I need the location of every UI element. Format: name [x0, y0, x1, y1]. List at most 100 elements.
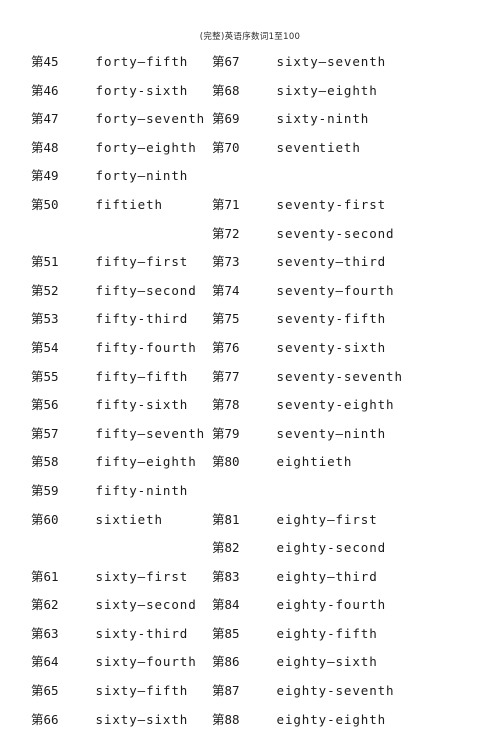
- ordinal-entry: 第52 fifty—second: [31, 277, 205, 306]
- ordinal-number: 50: [43, 196, 59, 212]
- ordinal-entry: 第67 sixty—seventh: [212, 48, 403, 77]
- ordinal-entry: 第68 sixty—eighth: [212, 77, 403, 106]
- ordinal-prefix: 第: [31, 368, 44, 384]
- ordinal-entry: 第66 sixty—sixth: [31, 706, 205, 735]
- ordinal-prefix: 第: [212, 225, 225, 241]
- ordinal-entry: 第81 eighty—first: [212, 506, 403, 535]
- ordinal-prefix: 第: [31, 654, 44, 670]
- ordinal-entry: 第85 eighty-fifth: [212, 620, 403, 649]
- ordinal-number: 75: [224, 311, 240, 327]
- ordinal-number: 55: [43, 368, 59, 384]
- ordinal-number: 69: [224, 111, 240, 127]
- ordinal-number: 53: [43, 311, 59, 327]
- ordinal-number: 56: [43, 397, 59, 413]
- ordinal-entry: 第53 fifty-third: [31, 305, 205, 334]
- ordinal-prefix: 第: [212, 368, 225, 384]
- ordinal-word: seventy-first: [276, 196, 387, 212]
- ordinal-number: 61: [43, 568, 59, 584]
- ordinal-prefix: 第: [212, 196, 225, 212]
- ordinal-prefix: 第: [31, 425, 44, 441]
- ordinal-number: 80: [224, 454, 240, 470]
- ordinal-number: 84: [224, 597, 240, 613]
- ordinal-number: 54: [43, 339, 59, 355]
- ordinal-prefix: 第: [31, 625, 44, 641]
- ordinal-entry: 第77 seventy-seventh: [212, 363, 403, 392]
- ordinal-number: 66: [43, 711, 59, 727]
- ordinal-prefix: 第: [31, 196, 44, 212]
- ordinal-word: eightieth: [276, 454, 353, 470]
- ordinal-entry: 第54 fifty-fourth: [31, 334, 205, 363]
- ordinal-word: fifty-third: [95, 311, 189, 327]
- ordinal-number: 64: [43, 654, 59, 670]
- ordinal-number: 83: [224, 568, 240, 584]
- ordinal-number: 87: [224, 683, 240, 699]
- ordinal-column-left: 第45 forty—fifth 第46 forty-sixth 第47 forty—sev…: [31, 48, 205, 734]
- ordinal-entry: 第87 eighty-seventh: [212, 677, 403, 706]
- ordinal-word: fifty-sixth: [95, 397, 189, 413]
- ordinal-word: eighty—sixth: [276, 654, 378, 670]
- ordinal-prefix: 第: [212, 397, 225, 413]
- ordinal-number: 70: [224, 139, 240, 155]
- ordinal-number: 85: [224, 625, 240, 641]
- ordinal-entry: 第46 forty-sixth: [31, 77, 205, 106]
- ordinal-prefix: 第: [212, 54, 225, 69]
- ordinal-word: sixty-ninth: [276, 111, 370, 127]
- ordinal-word: eighty—first: [276, 511, 378, 527]
- ordinal-entry: 第69 sixty-ninth: [212, 105, 403, 134]
- ordinal-number: 51: [43, 254, 59, 270]
- ordinal-prefix: 第: [212, 111, 225, 127]
- ordinal-number: 60: [43, 511, 59, 527]
- ordinal-word: sixty—fourth: [95, 654, 197, 670]
- ordinal-prefix: 第: [31, 254, 44, 270]
- ordinal-entry: 第86 eighty—sixth: [212, 648, 403, 677]
- ordinal-entry: 第82 eighty-second: [212, 534, 403, 563]
- ordinal-number: 73: [224, 254, 240, 270]
- ordinal-number: 86: [224, 654, 240, 670]
- ordinal-prefix: 第: [212, 683, 225, 699]
- ordinal-prefix: 第: [212, 568, 225, 584]
- ordinal-entry: 第47 forty—seventh: [31, 105, 205, 134]
- ordinal-entry: 第65 sixty—fifth: [31, 677, 205, 706]
- ordinal-prefix: 第: [31, 168, 44, 184]
- ordinal-number: 68: [224, 82, 240, 98]
- ordinal-number: 81: [224, 511, 240, 527]
- ordinal-word: eighty-second: [276, 540, 387, 556]
- ordinal-prefix: 第: [31, 511, 44, 527]
- ordinal-word: fifty—fifth: [95, 368, 189, 384]
- ordinal-word: seventy-fifth: [276, 311, 387, 327]
- ordinal-number: 49: [43, 168, 59, 184]
- ordinal-word: eighty-fifth: [276, 625, 378, 641]
- ordinal-prefix: 第: [31, 683, 44, 699]
- ordinal-column-right: 第67 sixty—seventh 第68 sixty—eighth 第69 sixty-…: [212, 48, 403, 734]
- ordinal-prefix: 第: [212, 511, 225, 527]
- ordinal-word: sixty—second: [95, 597, 197, 613]
- ordinal-number: 62: [43, 597, 59, 613]
- ordinal-number: 67: [224, 54, 240, 69]
- ordinal-word: sixty—eighth: [276, 82, 378, 98]
- ordinal-prefix: 第: [31, 282, 44, 298]
- ordinal-prefix: 第: [212, 454, 225, 470]
- ordinal-number: 65: [43, 683, 59, 699]
- ordinal-entry: 第88 eighty-eighth: [212, 706, 403, 735]
- ordinal-prefix: 第: [31, 339, 44, 355]
- ordinal-word: sixty—first: [95, 568, 189, 584]
- ordinal-list-columns: 第 45 forty—fifth 第 46 forty-sixth 第 47 forty—sev…: [0, 48, 500, 727]
- ordinal-entry: 第79 seventy—ninth: [212, 420, 403, 449]
- ordinal-prefix: 第: [212, 139, 225, 155]
- ordinal-prefix: 第: [212, 597, 225, 613]
- ordinal-word: forty—ninth: [95, 168, 189, 184]
- ordinal-word: seventieth: [276, 139, 361, 155]
- ordinal-prefix: 第: [31, 311, 44, 327]
- ordinal-word: fifty—eighth: [95, 454, 197, 470]
- ordinal-word: fifty—second: [95, 282, 197, 298]
- ordinal-entry: 第70 seventieth: [212, 134, 403, 163]
- ordinal-entry: 第75 seventy-fifth: [212, 305, 403, 334]
- ordinal-word: fifty-ninth: [95, 482, 189, 498]
- ordinal-number: 46: [43, 82, 59, 98]
- ordinal-entry: 第50 fiftieth: [31, 191, 205, 220]
- ordinal-entry: 第74 seventy—fourth: [212, 277, 403, 306]
- ordinal-number: 48: [43, 139, 59, 155]
- ordinal-word: eighty-seventh: [276, 683, 395, 699]
- ordinal-word: forty—seventh: [95, 111, 206, 127]
- ordinal-entry: 第57 fifty—seventh: [31, 420, 205, 449]
